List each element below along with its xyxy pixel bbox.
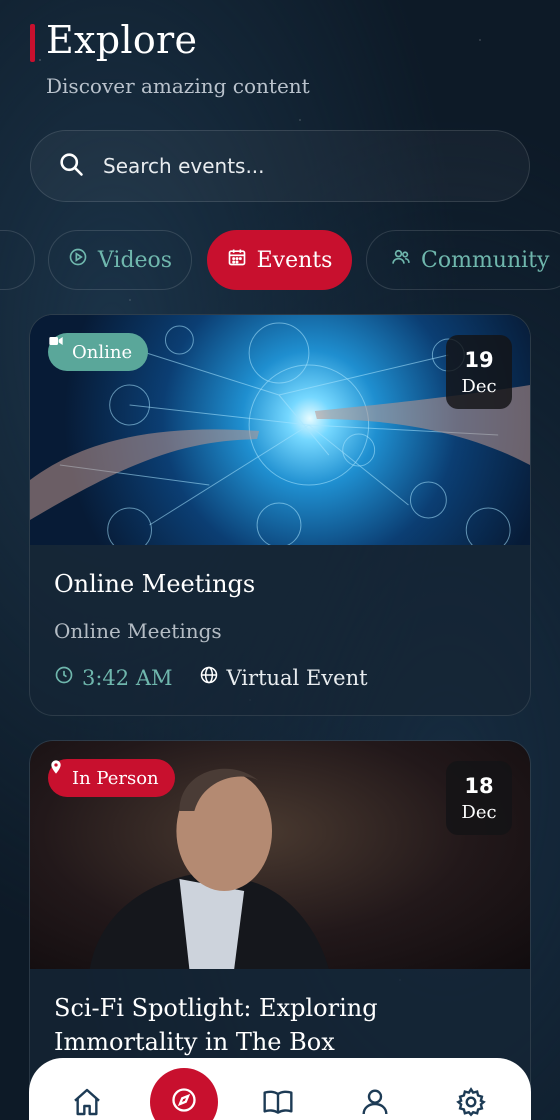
search-bar[interactable] [30,130,530,202]
tab-label: Events [256,247,333,273]
nav-explore[interactable] [150,1068,218,1120]
event-title: Online Meetings [54,570,256,598]
search-input[interactable] [103,154,483,178]
search-icon [57,150,85,182]
event-date: 19 Dec [446,335,512,409]
nav-library[interactable] [262,1086,298,1120]
page-header: Explore Discover amazing content [0,18,560,108]
event-date-month: Dec [461,801,497,823]
event-date-month: Dec [461,375,497,397]
event-location: Virtual Event [199,665,368,690]
event-image: In Person 18 Dec [30,741,530,969]
calendar-icon [227,247,247,273]
event-type-badge: In Person [48,759,175,797]
nav-home[interactable] [71,1086,107,1120]
event-time: 3:42 AM [54,665,173,690]
badge-label: Online [72,341,133,363]
tab-videos[interactable]: Videos [48,230,192,290]
badge-label: In Person [72,767,159,789]
event-type-badge: Online [48,333,149,371]
tab-label: Community [421,247,550,273]
event-location-text: Virtual Event [226,665,368,690]
event-meta: 3:42 AM Virtual Event [54,665,506,690]
clock-icon [54,665,74,690]
users-icon [391,247,411,273]
nav-profile[interactable] [359,1086,395,1120]
event-date-day: 18 [464,773,494,798]
event-category: Online Meetings [54,619,222,643]
book-icon [262,1090,294,1120]
tab-events[interactable]: Events [207,230,352,290]
title-accent-bar [30,24,35,62]
event-image: Online 19 Dec [30,315,530,545]
event-title: Sci-Fi Spotlight: Exploring Immortality … [54,994,378,1056]
nav-settings[interactable] [455,1086,491,1120]
user-icon [359,1089,391,1120]
page-subtitle: Discover amazing content [46,74,310,98]
tab-label: Videos [97,247,173,273]
tab-previous-partial[interactable] [0,230,35,290]
home-icon [71,1088,103,1120]
bottom-nav [29,1058,531,1120]
event-date: 18 Dec [446,761,512,835]
play-circle-icon [68,247,88,273]
event-time-text: 3:42 AM [82,665,173,690]
settings-icon [455,1087,487,1120]
event-date-day: 19 [464,347,494,372]
compass-icon [170,1086,198,1118]
globe-icon [199,665,219,690]
category-tabs: Videos Events Community [0,230,560,292]
tab-community[interactable]: Community [366,230,560,290]
event-card[interactable]: Online 19 Dec Online Meetings Online Mee… [29,314,531,716]
page-title: Explore [46,18,198,62]
